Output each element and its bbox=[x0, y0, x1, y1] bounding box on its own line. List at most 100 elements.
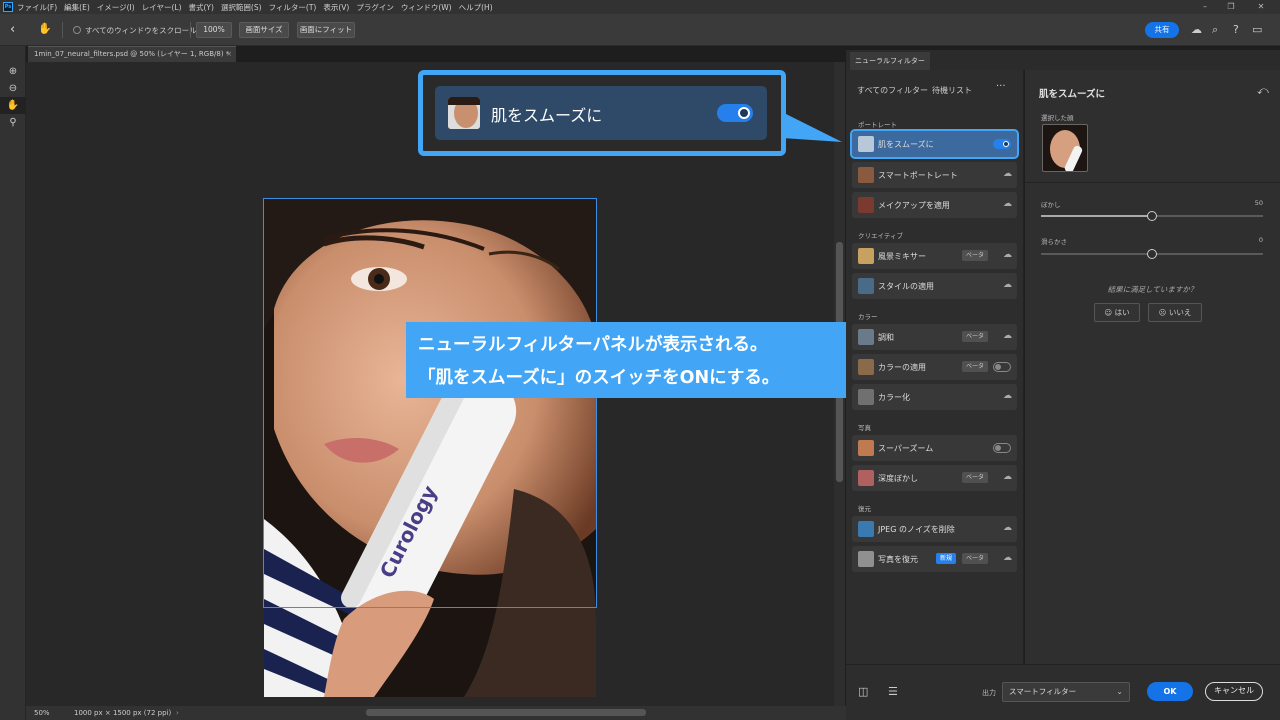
filter-color-transfer[interactable]: カラーの適用 ベータ bbox=[852, 354, 1017, 380]
search-icon[interactable]: ⌕ bbox=[1212, 23, 1218, 37]
workspace-icon[interactable]: ▭ bbox=[1252, 23, 1262, 36]
skin-smoothing-toggle[interactable] bbox=[993, 139, 1011, 149]
cloud-download-icon[interactable]: ☁ bbox=[1003, 553, 1012, 563]
cloud-download-icon[interactable]: ☁ bbox=[1003, 280, 1012, 290]
output-label: 出力 bbox=[982, 689, 996, 697]
menu-plugins[interactable]: プラグイン bbox=[356, 2, 394, 13]
jpeg-thumbnail-icon bbox=[858, 521, 874, 537]
feedback-yes-button[interactable]: ☺ はい bbox=[1094, 303, 1140, 322]
zoom-tool-icon[interactable]: ⚲ bbox=[0, 114, 26, 131]
filter-super-zoom[interactable]: スーパーズーム bbox=[852, 435, 1017, 461]
close-tab-icon[interactable]: × bbox=[226, 47, 232, 62]
blur-slider[interactable] bbox=[1041, 211, 1263, 221]
hand-tool-icon[interactable]: ✋ bbox=[0, 97, 26, 114]
menu-view[interactable]: 表示(V) bbox=[323, 2, 349, 13]
cloud-download-icon[interactable]: ☁ bbox=[1003, 331, 1012, 341]
style-thumbnail-icon bbox=[858, 278, 874, 294]
output-select[interactable]: スマートフィルター ⌄ bbox=[1002, 682, 1130, 702]
close-icon[interactable]: ✕ bbox=[1250, 0, 1272, 14]
zoom-in-icon[interactable]: ⊕ bbox=[0, 63, 26, 80]
share-button[interactable]: 共有 bbox=[1145, 22, 1179, 38]
divider bbox=[1025, 182, 1280, 183]
cloud-docs-icon[interactable]: ☁ bbox=[1191, 23, 1202, 36]
cloud-download-icon[interactable]: ☁ bbox=[1003, 169, 1012, 179]
menu-image[interactable]: イメージ(I) bbox=[97, 2, 135, 13]
neural-filters-tab[interactable]: ニューラルフィルター bbox=[850, 52, 930, 70]
feedback-question: 結果に満足していますか？ bbox=[1107, 285, 1198, 294]
filter-colorize[interactable]: カラー化 ☁ bbox=[852, 384, 1017, 410]
depth-blur-thumbnail-icon bbox=[858, 470, 874, 486]
document-tab[interactable]: 1min_07_neural_filters.psd @ 50% (レイヤー 1… bbox=[28, 46, 236, 62]
zoom-out-icon[interactable]: ⊖ bbox=[0, 80, 26, 97]
restore-icon[interactable]: ❐ bbox=[1220, 0, 1242, 14]
filter-skin-smoothing[interactable]: 肌をスムーズに bbox=[850, 129, 1019, 159]
cloud-download-icon[interactable]: ☁ bbox=[1003, 391, 1012, 401]
cloud-download-icon[interactable]: ☁ bbox=[1003, 199, 1012, 209]
portrait-thumbnail-icon bbox=[858, 167, 874, 183]
screen-size-button[interactable]: 画面サイズ bbox=[239, 22, 289, 38]
face-thumbnail-icon bbox=[1043, 125, 1087, 171]
menu-edit[interactable]: 編集(E) bbox=[64, 2, 90, 13]
category-restore: 復元 bbox=[858, 505, 871, 513]
feedback-no-label: いいえ bbox=[1168, 308, 1192, 317]
smoothness-slider[interactable] bbox=[1041, 249, 1263, 259]
category-color: カラー bbox=[858, 313, 878, 321]
color-transfer-toggle[interactable] bbox=[993, 362, 1011, 372]
tools-panel: ⊕ ⊖ ✋ ⚲ bbox=[0, 46, 26, 720]
filter-smart-portrait[interactable]: スマートポートレート ☁ bbox=[852, 162, 1017, 188]
menu-layer[interactable]: レイヤー(L) bbox=[142, 2, 182, 13]
tab-all-filters[interactable]: すべてのフィルター bbox=[857, 85, 928, 96]
scroll-all-checkbox[interactable] bbox=[73, 26, 81, 34]
horizontal-scrollbar-thumb[interactable] bbox=[366, 709, 646, 716]
harmonize-thumbnail-icon bbox=[858, 329, 874, 345]
filter-label: 写真を復元 bbox=[878, 555, 918, 564]
zoom-level[interactable]: 50% bbox=[34, 706, 50, 720]
preview-split-icon[interactable]: ◫ bbox=[858, 685, 868, 698]
help-icon[interactable]: ? bbox=[1233, 23, 1239, 36]
reset-icon[interactable]: ⤺ bbox=[1257, 84, 1269, 98]
menu-select[interactable]: 選択範囲(S) bbox=[221, 2, 262, 13]
filter-landscape-mixer[interactable]: 風景ミキサー ベータ ☁ bbox=[852, 243, 1017, 269]
cloud-download-icon[interactable]: ☁ bbox=[1003, 472, 1012, 482]
filter-harmonize[interactable]: 調和 ベータ ☁ bbox=[852, 324, 1017, 350]
tab-waitlist[interactable]: 待機リスト bbox=[932, 85, 972, 96]
minimize-icon[interactable]: – bbox=[1194, 0, 1216, 14]
zoom-100-button[interactable]: 100% bbox=[196, 22, 232, 38]
cancel-button[interactable]: キャンセル bbox=[1205, 682, 1263, 701]
smoothness-value: 0 bbox=[1258, 236, 1263, 244]
blur-value: 50 bbox=[1254, 199, 1263, 207]
filter-makeup[interactable]: メイクアップを適用 ☁ bbox=[852, 192, 1017, 218]
menu-file[interactable]: ファイル(F) bbox=[17, 2, 57, 13]
callout-toggle bbox=[717, 104, 753, 122]
fit-screen-button[interactable]: 画面にフィット bbox=[297, 22, 355, 38]
filter-depth-blur[interactable]: 深度ぼかし ベータ ☁ bbox=[852, 465, 1017, 491]
more-icon[interactable]: ··· bbox=[996, 81, 1006, 92]
filter-list: すべてのフィルター 待機リスト ··· ポートレート 肌をスムーズに スマートポ… bbox=[846, 70, 1024, 664]
filter-photo-restore[interactable]: 写真を復元 新規 ベータ ☁ bbox=[852, 546, 1017, 572]
smoothness-label: 滑らかさ bbox=[1041, 238, 1067, 246]
menu-help[interactable]: ヘルプ(H) bbox=[459, 2, 493, 13]
feedback-no-button[interactable]: ☹ いいえ bbox=[1148, 303, 1202, 322]
photoshop-logo-icon: Ps bbox=[3, 2, 13, 12]
ok-button[interactable]: OK bbox=[1147, 682, 1193, 701]
menu-type[interactable]: 書式(Y) bbox=[189, 2, 214, 13]
beta-badge: ベータ bbox=[962, 472, 989, 483]
filter-label: カラーの適用 bbox=[878, 363, 926, 372]
super-zoom-toggle[interactable] bbox=[993, 443, 1011, 453]
cloud-download-icon[interactable]: ☁ bbox=[1003, 250, 1012, 260]
filter-style-transfer[interactable]: スタイルの適用 ☁ bbox=[852, 273, 1017, 299]
selected-face-thumbnail[interactable] bbox=[1042, 124, 1088, 172]
layers-icon[interactable]: ☰ bbox=[888, 685, 898, 698]
filter-label: 調和 bbox=[878, 333, 894, 342]
selected-face-label: 選択した顔 bbox=[1041, 114, 1074, 122]
menu-filter[interactable]: フィルター(T) bbox=[269, 2, 317, 13]
filter-jpeg-artifacts[interactable]: JPEG のノイズを削除 ☁ bbox=[852, 516, 1017, 542]
smile-icon: ☺ bbox=[1104, 308, 1115, 317]
menu-window[interactable]: ウィンドウ(W) bbox=[401, 2, 452, 13]
smoothness-slider-handle[interactable] bbox=[1147, 249, 1157, 259]
cloud-download-icon[interactable]: ☁ bbox=[1003, 523, 1012, 533]
blur-slider-handle[interactable] bbox=[1147, 211, 1157, 221]
document-tab-title: 1min_07_neural_filters.psd @ 50% (レイヤー 1… bbox=[34, 50, 230, 58]
status-arrow-icon[interactable]: › bbox=[176, 706, 179, 720]
home-back-icon[interactable]: ‹ bbox=[10, 22, 15, 37]
